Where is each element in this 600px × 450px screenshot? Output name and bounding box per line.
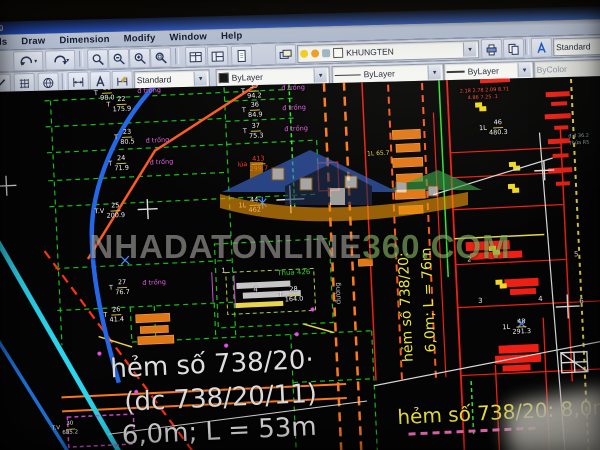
sheet-icon[interactable]	[231, 45, 253, 66]
separator	[79, 51, 83, 67]
parcel-lines-green-bright	[289, 76, 474, 444]
layer-combo-value: KHUNGTEN	[346, 46, 394, 57]
lineweight-sample-line	[447, 71, 465, 73]
separator	[525, 39, 529, 55]
chevron-down-icon[interactable]: ▾	[314, 68, 327, 82]
buildings-red	[458, 76, 583, 373]
plot-style-value: ByColor	[536, 64, 566, 75]
canal-blue-line	[0, 337, 91, 450]
layer-combo[interactable]: KHUNGTEN ▾	[297, 40, 479, 63]
layer-on-bulb-icon	[300, 50, 308, 58]
separator	[175, 48, 179, 64]
text-style-combo[interactable]: Standard ▾	[553, 37, 600, 57]
text-style-value: Standard	[556, 41, 591, 52]
menu-dimension[interactable]: Dimension	[52, 32, 117, 49]
layer-freeze-sun-icon	[311, 49, 319, 57]
monitor-photo: QH-20 ToolsDrawDimensionModifyWindowHelp	[0, 0, 600, 450]
linetype-sample-line	[335, 74, 361, 76]
utility-lines-yellow	[87, 76, 589, 450]
separator	[62, 73, 66, 89]
menu-help[interactable]: Help	[214, 28, 250, 44]
menu-draw[interactable]: Draw	[14, 33, 52, 49]
viewports-icon[interactable]	[207, 46, 229, 67]
menu-modify[interactable]: Modify	[117, 31, 163, 47]
drawing-canvas[interactable]: hẻm số 738/20·(dc 738/20/11)6,0m; L = 53…	[0, 76, 600, 450]
autocad-window: QH-20 ToolsDrawDimensionModifyWindowHelp	[0, 6, 600, 450]
chevron-down-icon[interactable]: ▾	[427, 65, 440, 79]
road-lines-orange	[47, 78, 440, 450]
layer-properties-icon[interactable]	[275, 44, 297, 65]
undo-arc-icon[interactable]	[13, 51, 44, 72]
dim-style-value: Standard	[137, 74, 172, 85]
menu-window[interactable]: Window	[162, 29, 214, 45]
menu-tools[interactable]: Tools	[0, 34, 15, 50]
chevron-down-icon[interactable]: ▾	[194, 71, 207, 85]
notes-magenta	[61, 257, 541, 450]
named-views-icon[interactable]	[185, 46, 207, 67]
color-swatch	[219, 73, 229, 83]
chevron-down-icon[interactable]: ▾	[517, 63, 530, 77]
linetype-value: ByLayer	[364, 68, 395, 79]
zoom-extents-icon[interactable]	[150, 47, 172, 68]
zoom-window-icon[interactable]	[87, 49, 109, 70]
buildings-orange	[128, 129, 432, 345]
window-title: QH-20	[0, 23, 4, 34]
redo-arc-icon[interactable]	[45, 50, 76, 71]
text-style-icon[interactable]	[531, 37, 553, 58]
buildings-hatched	[234, 280, 301, 308]
zoom-realtime-icon[interactable]	[108, 48, 130, 69]
publish-icon[interactable]	[503, 38, 525, 59]
color-value: ByLayer	[232, 72, 263, 83]
cad-geometry	[0, 76, 600, 450]
chevron-down-icon[interactable]: ▾	[463, 42, 476, 56]
layer-lock-icon	[322, 49, 330, 57]
zoom-previous-icon[interactable]	[129, 48, 151, 69]
lineweight-value: ByLayer	[468, 66, 499, 77]
canal-cyan-line	[0, 222, 139, 450]
survey-point-yellow-icon	[475, 101, 526, 290]
layer-color-swatch	[333, 48, 343, 58]
plot-preview-icon[interactable]	[481, 39, 503, 60]
